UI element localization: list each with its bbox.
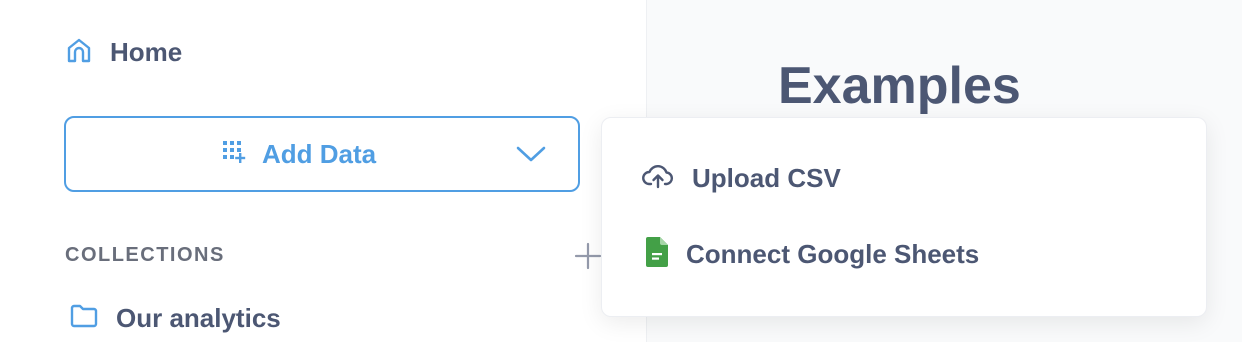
sidebar: Home Add Data COLLECTIONS Our analytics (0, 0, 646, 342)
menu-item-label: Upload CSV (692, 162, 841, 193)
collection-item-our-analytics[interactable]: Our analytics (70, 300, 281, 336)
connect-google-sheets-menu-item[interactable]: Connect Google Sheets (642, 234, 979, 274)
add-data-dropdown: Upload CSV Connect Google Sheets (601, 117, 1207, 317)
upload-csv-menu-item[interactable]: Upload CSV (642, 158, 841, 198)
google-sheets-icon (646, 236, 668, 272)
page-title: Examples (778, 57, 1021, 115)
folder-icon (70, 304, 98, 333)
add-collection-button[interactable] (574, 242, 602, 275)
add-data-label: Add Data (262, 138, 377, 169)
collections-heading: COLLECTIONS (65, 244, 225, 266)
chevron-down-icon (516, 144, 546, 169)
cloud-upload-icon (642, 163, 674, 194)
sidebar-item-home[interactable]: Home (66, 34, 182, 70)
add-data-button[interactable]: Add Data (64, 116, 580, 192)
add-data-icon (222, 140, 246, 169)
collection-item-label: Our analytics (116, 302, 281, 333)
menu-item-label: Connect Google Sheets (686, 238, 980, 269)
home-icon (66, 37, 92, 68)
sidebar-item-label: Home (110, 36, 183, 67)
plus-icon (574, 242, 602, 270)
